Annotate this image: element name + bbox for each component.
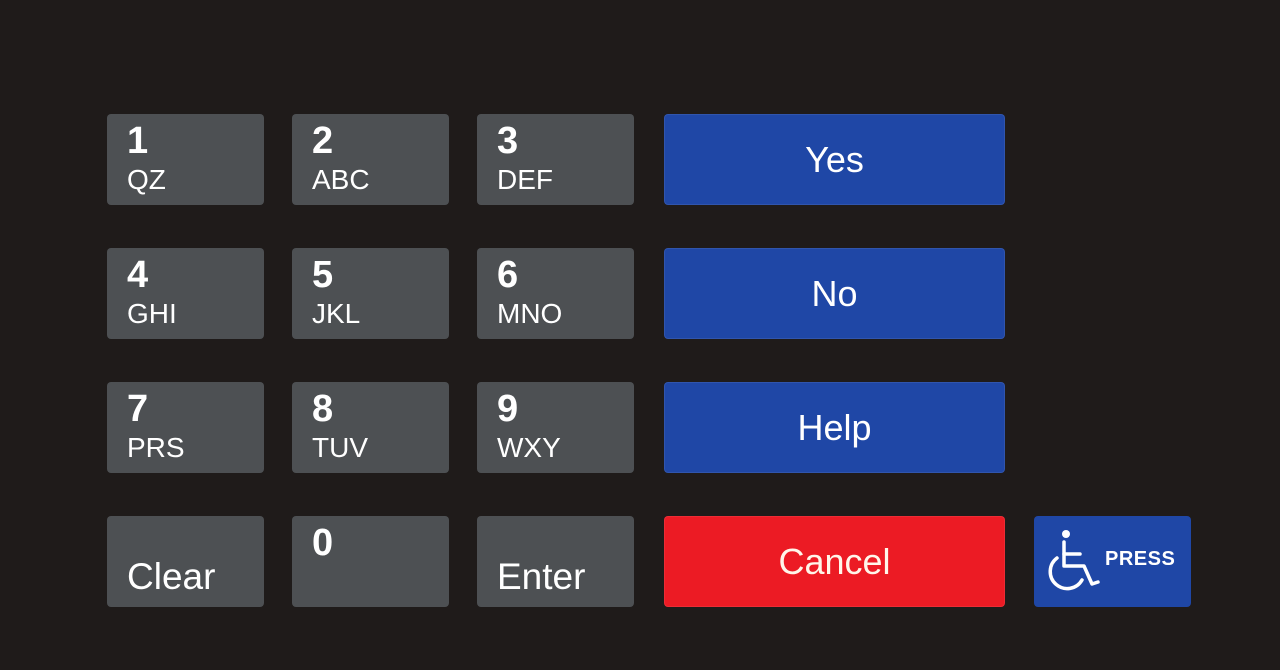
key-letters: GHI [127, 298, 177, 329]
key-9[interactable]: 9 WXY [477, 382, 634, 473]
key-digit: 6 [497, 254, 519, 296]
wheelchair-icon [1048, 530, 1100, 591]
key-letters: WXY [497, 432, 561, 463]
key-5[interactable]: 5 JKL [292, 248, 449, 339]
key-8[interactable]: 8 TUV [292, 382, 449, 473]
key-4[interactable]: 4 GHI [107, 248, 264, 339]
key-digit: 1 [127, 120, 149, 162]
key-1[interactable]: 1 QZ [107, 114, 264, 205]
key-digit: 2 [312, 120, 334, 162]
key-letters: QZ [127, 164, 166, 195]
key-0[interactable]: 0 [292, 516, 449, 607]
key-6[interactable]: 6 MNO [477, 248, 634, 339]
key-letters: ABC [312, 164, 370, 195]
key-letters: TUV [312, 432, 368, 463]
clear-label: Clear [127, 556, 216, 597]
clear-button[interactable]: Clear [107, 516, 264, 607]
key-digit: 5 [312, 254, 334, 296]
help-label: Help [797, 406, 872, 448]
key-digit: 4 [127, 254, 149, 296]
key-3[interactable]: 3 DEF [477, 114, 634, 205]
key-digit: 9 [497, 388, 519, 430]
key-letters: JKL [312, 298, 361, 329]
key-digit: 3 [497, 120, 519, 162]
yes-label: Yes [805, 138, 864, 180]
key-digit: 7 [127, 388, 149, 430]
key-2[interactable]: 2 ABC [292, 114, 449, 205]
help-button[interactable]: Help [664, 382, 1005, 473]
enter-label: Enter [497, 556, 586, 597]
yes-button[interactable]: Yes [664, 114, 1005, 205]
key-7[interactable]: 7 PRS [107, 382, 264, 473]
press-label: PRESS [1105, 548, 1176, 570]
key-digit: 8 [312, 388, 334, 430]
key-letters: DEF [497, 164, 553, 195]
no-button[interactable]: No [664, 248, 1005, 339]
accessibility-press-button[interactable]: PRESS [1034, 516, 1191, 607]
key-letters: PRS [127, 432, 185, 463]
cancel-label: Cancel [778, 540, 891, 582]
cancel-button[interactable]: Cancel [664, 516, 1005, 607]
key-digit: 0 [312, 522, 334, 564]
enter-button[interactable]: Enter [477, 516, 634, 607]
key-letters: MNO [497, 298, 563, 329]
no-label: No [811, 272, 858, 314]
